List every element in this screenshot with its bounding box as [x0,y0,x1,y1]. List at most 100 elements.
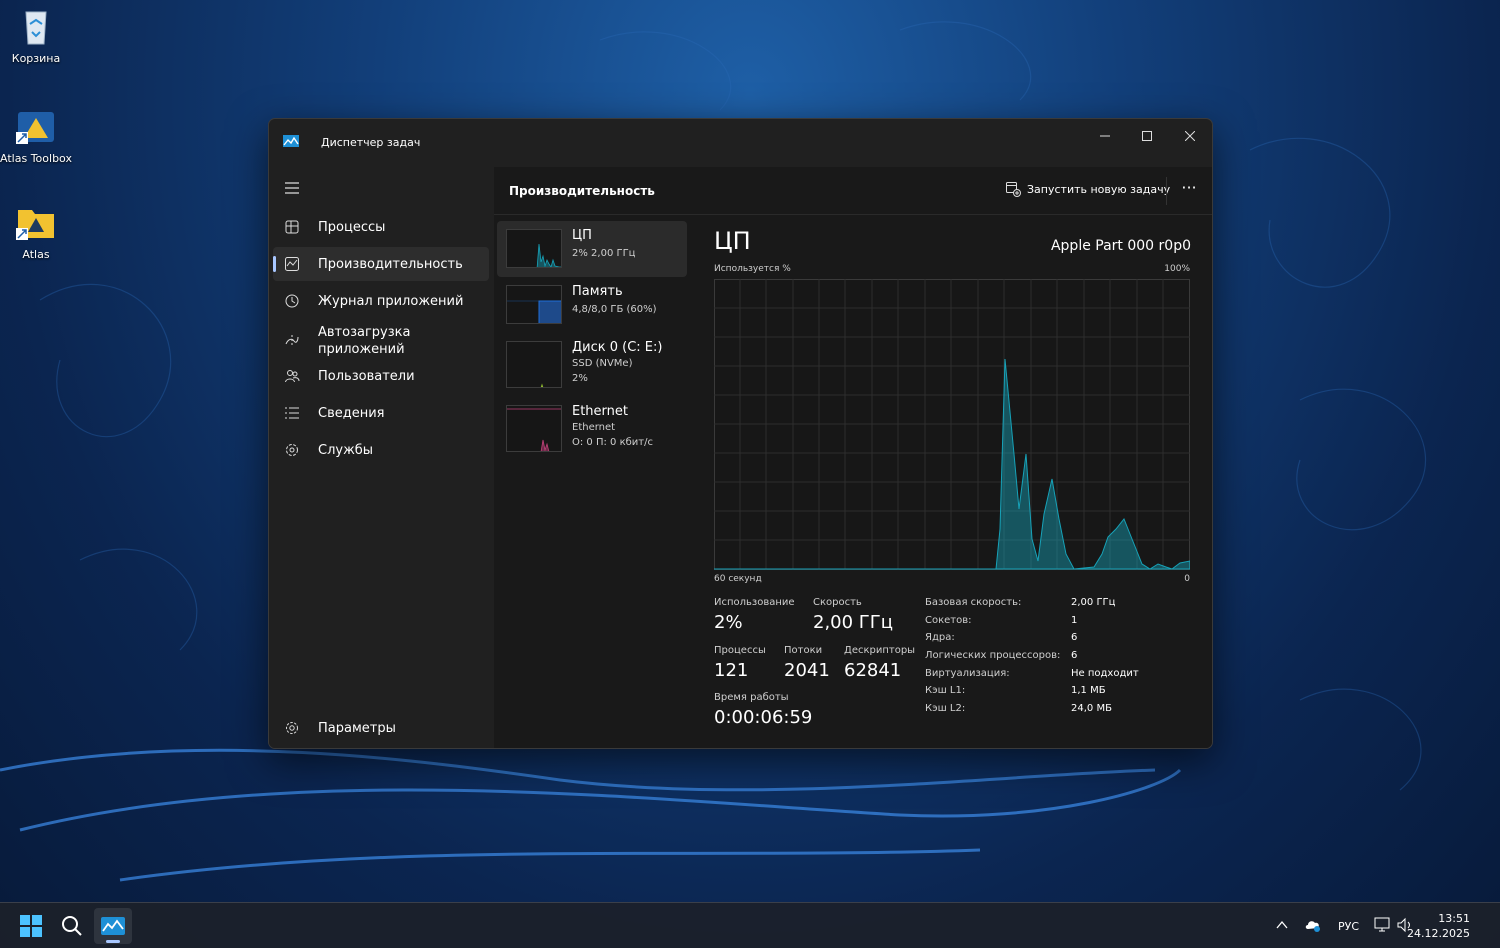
performance-icon [285,257,299,271]
resource-list: ЦП 2% 2,00 ГГц Память 4,8/8,0 ГБ (60%) Д… [497,221,687,461]
sidebar-item-details[interactable]: Сведения [273,396,489,430]
maximize-button[interactable] [1125,123,1169,149]
services-icon [286,444,298,456]
spec-value: 6 [1071,650,1078,661]
processes-label: Процессы [714,645,766,656]
clock[interactable]: 13:51 24.12.2025 [1407,911,1470,941]
spec-value: 1,1 МБ [1071,685,1106,696]
chevron-up-icon[interactable] [1276,920,1288,930]
title-bar[interactable]: Диспетчер задач [269,119,1212,167]
onedrive-icon[interactable] [1304,917,1322,933]
sidebar-item-services[interactable]: Службы [273,433,489,467]
spec-key: Ядра: [925,632,955,643]
taskbar: РУС 13:51 24.12.2025 [0,902,1500,948]
desktop-icon-atlas-toolbox[interactable]: Atlas Toolbox [0,104,72,165]
resource-item-memory[interactable]: Память 4,8/8,0 ГБ (60%) [497,277,687,333]
resource-item-disk[interactable]: Диск 0 (C: E:) SSD (NVMe) 2% [497,333,687,397]
sidebar-item-label: Параметры [318,720,396,736]
speed-label: Скорость [813,597,862,608]
desktop-icon-recycle-bin[interactable]: Корзина [0,4,72,65]
sidebar-item-label: Производительность [318,256,463,272]
start-button[interactable] [12,908,50,944]
main-panel: Производительность Запустить новую задач… [494,167,1212,748]
resource-subtitle: 4,8/8,0 ГБ (60%) [572,304,657,315]
header-divider [1166,177,1167,205]
spec-key: Логических процессоров: [925,650,1061,661]
page-header: Производительность Запустить новую задач… [494,167,1212,215]
spec-key: Базовая скорость: [925,597,1022,608]
graph-y-label: Используется % [714,264,791,274]
sidebar-item-app-history[interactable]: Журнал приложений [273,284,489,318]
minimize-button[interactable] [1083,123,1127,149]
resource-subtitle: SSD (NVMe) [572,358,633,369]
folder-icon [14,200,58,244]
taskbar-task-manager[interactable] [94,908,132,944]
search-button[interactable] [53,908,91,944]
desktop-icon-label: Корзина [11,52,61,65]
spec-key: Сокетов: [925,615,972,626]
sidebar-item-label: Журнал приложений [318,293,464,309]
run-new-task-button[interactable]: Запустить новую задачу [1005,181,1170,197]
clock-time: 13:51 [1438,912,1470,925]
spec-value: 2,00 ГГц [1071,597,1116,608]
gear-icon [286,722,298,734]
threads-value: 2041 [784,660,830,681]
language-indicator[interactable]: РУС [1338,920,1359,933]
handles-label: Дескрипторы [844,645,916,656]
sidebar-item-label: Автозагрузка приложений [318,325,411,357]
cpu-mini-graph [506,229,562,268]
task-manager-app-icon [283,135,299,147]
spec-key: Виртуализация: [925,668,1010,679]
graph-min-label: 0 [1184,574,1190,584]
windows-logo-icon [20,915,42,937]
task-manager-app-icon [101,917,125,935]
resource-name: ЦП [572,228,592,243]
sidebar: Процессы Производительность Журнал прило… [269,167,494,748]
close-button[interactable] [1168,123,1212,149]
network-icon[interactable] [1374,917,1392,933]
sidebar-item-users[interactable]: Пользователи [273,359,489,393]
resource-subtitle: Ethernet [572,422,616,433]
cpu-usage-graph [714,279,1190,570]
desktop-icon-label: Atlas [22,248,50,261]
speed-value: 2,00 ГГц [813,612,894,633]
recycle-bin-icon [14,4,58,48]
resource-item-cpu[interactable]: ЦП 2% 2,00 ГГц [497,221,687,277]
sidebar-item-label: Сведения [318,405,385,421]
disk-mini-graph [506,341,562,388]
sidebar-item-performance[interactable]: Производительность [273,247,489,281]
maximize-icon [1142,131,1152,141]
cpu-title: ЦП [714,227,751,255]
run-new-task-label: Запустить новую задачу [1027,182,1171,196]
sidebar-item-processes[interactable]: Процессы [273,210,489,244]
cpu-detail-panel: ЦП Apple Part 000 r0p0 Используется % 10… [714,221,1212,748]
spec-value: 24,0 МБ [1071,703,1112,714]
resource-item-ethernet[interactable]: Ethernet Ethernet О: 0 П: 0 кбит/с [497,397,687,461]
sidebar-item-startup[interactable]: Автозагрузка приложений [273,321,489,361]
resource-subtitle: 2% 2,00 ГГц [572,248,636,259]
processes-icon [285,220,299,234]
utilization-value: 2% [714,612,743,633]
resource-name: Память [572,284,623,299]
task-manager-window: Диспетчер задач Процессы Производительно… [268,118,1213,749]
desktop-icon-atlas[interactable]: Atlas [0,200,72,261]
graph-max-label: 100% [1164,264,1190,274]
history-icon [285,294,299,308]
atlas-toolbox-icon [14,104,58,148]
spec-value: Не подходит [1071,668,1139,679]
search-icon [62,916,82,936]
ethernet-mini-graph [506,405,562,452]
spec-value: 6 [1071,632,1078,643]
details-icon [285,407,299,419]
resource-subtitle: О: 0 П: 0 кбит/с [572,437,653,448]
processes-value: 121 [714,660,749,681]
more-options-button[interactable]: ··· [1178,179,1200,201]
clock-date: 24.12.2025 [1407,927,1470,940]
page-title: Производительность [509,184,655,198]
active-app-indicator [106,940,120,943]
cpu-model: Apple Part 000 r0p0 [1050,238,1191,254]
desktop-icon-label: Atlas Toolbox [0,152,72,165]
window-title: Диспетчер задач [321,136,421,149]
sidebar-item-settings[interactable]: Параметры [273,711,489,745]
hamburger-menu-icon[interactable] [283,179,301,197]
